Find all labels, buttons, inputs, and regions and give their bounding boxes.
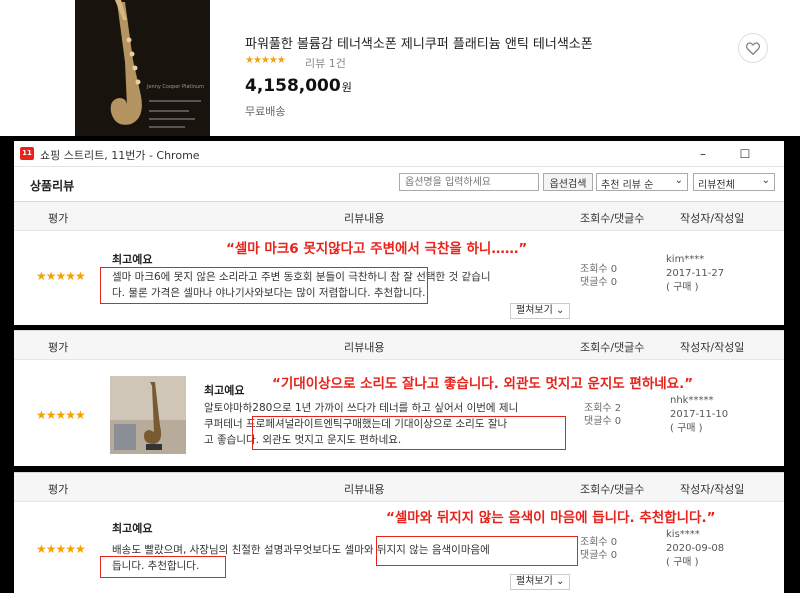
chrome-window: 11번 쇼핑 스트리트, 11번가 - Chrome – ☐ 상품리뷰 옵션검색…	[14, 141, 784, 325]
review-table-header: 평가 리뷰내용 조회수/댓글수 작성자/작성일	[14, 472, 784, 502]
col-author: 작성자/작성일	[680, 212, 745, 225]
minimize-button[interactable]: –	[694, 145, 712, 163]
option-search-input[interactable]	[399, 173, 539, 191]
review-panel: 평가 리뷰내용 조회수/댓글수 작성자/작성일 ★★★★★ 최고예요 알토야마하…	[14, 330, 784, 466]
window-title: 쇼핑 스트리트, 11번가 - Chrome	[40, 149, 200, 162]
window-title-bar: 11번 쇼핑 스트리트, 11번가 - Chrome – ☐	[14, 141, 784, 170]
review-stars: ★★★★★	[36, 408, 86, 422]
review-toolbar: 상품리뷰 옵션검색 추천 리뷰 순 ⌄ 리뷰전체 ⌄	[14, 167, 784, 197]
sort-select-value: 추천 리뷰 순	[601, 180, 654, 191]
chevron-down-icon: ⌄	[761, 175, 770, 186]
highlight-box	[100, 267, 428, 304]
review-author: kim**** 2017-11-27 ( 구매 )	[666, 253, 724, 295]
review-table-header: 평가 리뷰내용 조회수/댓글수 작성자/작성일	[14, 330, 784, 360]
expand-review-button[interactable]: 펼쳐보기 ⌄	[510, 574, 571, 590]
filter-select[interactable]: 리뷰전체 ⌄	[693, 173, 775, 191]
price-value: 4,158,000	[245, 76, 341, 96]
filter-select-value: 리뷰전체	[698, 180, 735, 191]
highlight-box	[100, 556, 226, 578]
review-label: 최고예요	[204, 384, 245, 397]
review-photo[interactable]	[110, 376, 186, 454]
col-content: 리뷰내용	[344, 341, 385, 354]
view-count: 조회수 0	[580, 264, 618, 275]
view-count: 조회수 0	[580, 537, 618, 548]
chevron-down-icon: ⌄	[674, 175, 683, 186]
col-author: 작성자/작성일	[680, 483, 745, 496]
highlight-box	[252, 416, 566, 450]
col-views: 조회수/댓글수	[580, 212, 645, 225]
product-image-caption: Jenny Cooper Platinum	[147, 84, 204, 90]
heart-icon	[746, 41, 760, 55]
comment-count: 댓글수 0	[580, 277, 618, 288]
wishlist-button[interactable]	[738, 33, 768, 63]
col-rating: 평가	[48, 483, 69, 496]
view-count: 조회수 2	[584, 403, 622, 414]
comment-count: 댓글수 0	[584, 416, 622, 427]
callout-quote: “셀마와 뒤지지 않는 음색이 마음에 듭니다. 추천합니다.”	[386, 510, 716, 526]
purchase-badge: ( 구매 )	[666, 557, 699, 568]
comment-count: 댓글수 0	[580, 550, 618, 561]
product-rating-stars: ★★★★★	[245, 55, 286, 66]
saxophone-image	[75, 0, 210, 136]
author-id: kis****	[666, 529, 700, 540]
review-stars: ★★★★★	[36, 542, 86, 556]
review-label: 최고예요	[112, 522, 153, 535]
review-date: 2017-11-27	[666, 268, 725, 279]
option-search-button[interactable]: 옵션검색	[543, 173, 593, 191]
col-rating: 평가	[48, 341, 69, 354]
review-text-line: 알토야마하280으로 1년 가까이 쓰다가 테너를 하고 싶어서 이번에 제니	[204, 402, 519, 414]
product-card: Jenny Cooper Platinum 파워풀한 볼륨감 테너색소폰 제니쿠…	[0, 0, 800, 136]
product-review-count[interactable]: 리뷰 1건	[305, 55, 346, 71]
purchase-badge: ( 구매 )	[670, 423, 703, 434]
review-label: 최고예요	[112, 253, 153, 266]
review-date: 2020-09-08	[666, 543, 725, 554]
highlight-box	[376, 536, 578, 566]
callout-quote: “셀마 마크6 못지않다고 주변에서 극찬을 하니……”	[226, 241, 528, 257]
sort-select[interactable]: 추천 리뷰 순 ⌄	[596, 173, 688, 191]
col-views: 조회수/댓글수	[580, 341, 645, 354]
product-image[interactable]: Jenny Cooper Platinum	[75, 0, 210, 136]
expand-review-button[interactable]: 펼쳐보기 ⌄	[510, 303, 571, 319]
saxophone-photo	[110, 376, 186, 454]
app-icon: 11번	[20, 147, 34, 170]
col-content: 리뷰내용	[344, 483, 385, 496]
product-title[interactable]: 파워풀한 볼륨감 테너색소폰 제니쿠퍼 플래티늄 앤틱 테너색소폰	[245, 33, 593, 52]
col-rating: 평가	[48, 212, 69, 225]
col-content: 리뷰내용	[344, 212, 385, 225]
review-panel: 평가 리뷰내용 조회수/댓글수 작성자/작성일 ★★★★★ 최고예요 배송도 빨…	[14, 472, 784, 593]
author-id: nhk*****	[670, 395, 714, 406]
section-title: 상품리뷰	[30, 179, 75, 193]
author-id: kim****	[666, 254, 705, 265]
product-price: 4,158,000원	[245, 76, 352, 96]
purchase-badge: ( 구매 )	[666, 282, 699, 293]
price-unit: 원	[341, 81, 352, 94]
maximize-button[interactable]: ☐	[736, 145, 754, 163]
col-author: 작성자/작성일	[680, 341, 745, 354]
callout-quote: “기대이상으로 소리도 잘나고 좋습니다. 외관도 멋지고 운지도 편하네요.”	[272, 376, 694, 392]
review-table-header: 평가 리뷰내용 조회수/댓글수 작성자/작성일	[14, 201, 784, 231]
review-meta: 조회수 0 댓글수 0	[580, 263, 617, 289]
review-meta: 조회수 0 댓글수 0	[580, 536, 617, 562]
review-date: 2017-11-10	[670, 409, 729, 420]
review-author: nhk***** 2017-11-10 ( 구매 )	[670, 394, 728, 436]
shipping-info: 무료배송	[245, 105, 286, 118]
review-stars: ★★★★★	[36, 269, 86, 283]
col-views: 조회수/댓글수	[580, 483, 645, 496]
review-author: kis**** 2020-09-08 ( 구매 )	[666, 528, 724, 570]
review-meta: 조회수 2 댓글수 0	[584, 402, 621, 428]
